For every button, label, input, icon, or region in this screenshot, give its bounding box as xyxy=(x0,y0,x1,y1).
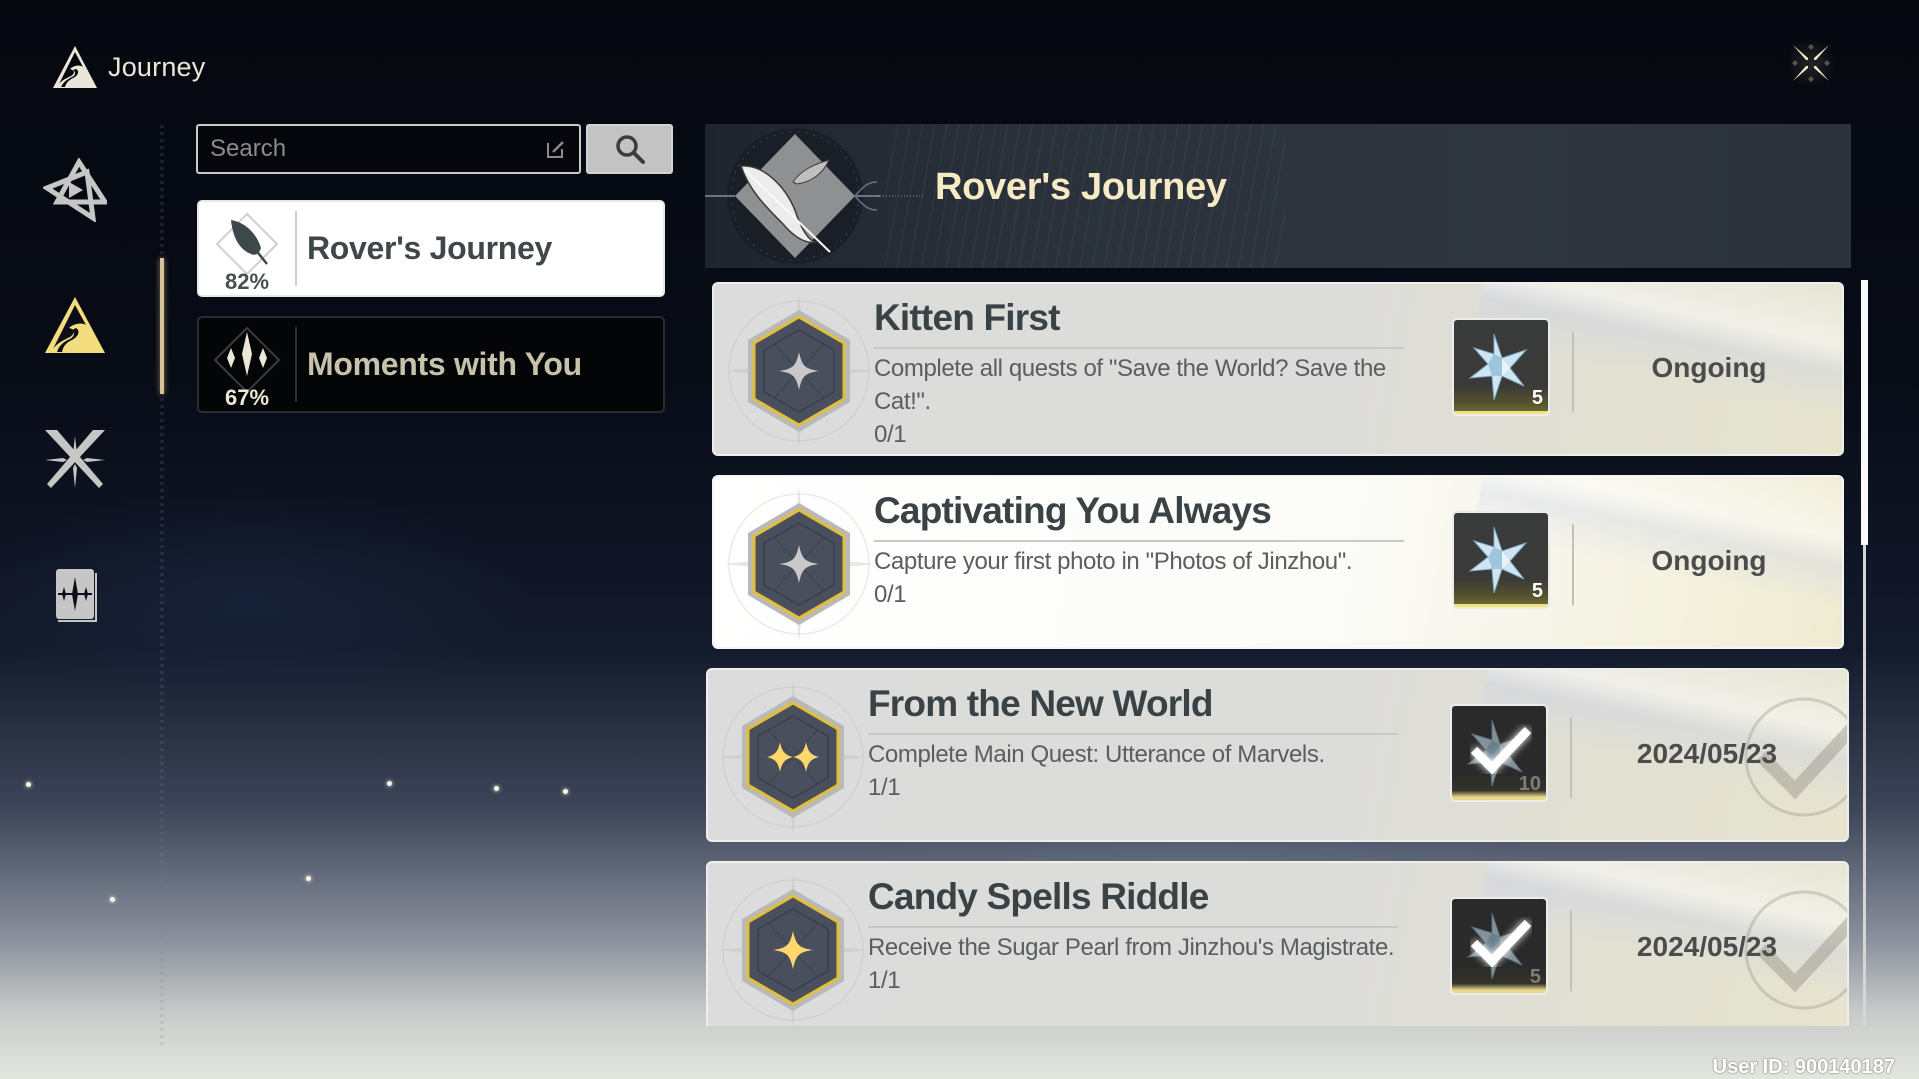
quest-status: Ongoing xyxy=(1651,352,1767,383)
category-progress: 67% xyxy=(224,385,270,410)
quest-list: Kitten First Complete all quests of "Sav… xyxy=(700,275,1860,1026)
quest-description-text: Receive the Sugar Pearl from Jinzhou's M… xyxy=(868,934,1395,961)
reward-count: 10 xyxy=(1518,773,1541,795)
quest-title: Kitten First xyxy=(874,297,1060,338)
category-label: Moments with You xyxy=(307,346,582,382)
reward-slot[interactable]: 5 xyxy=(1452,318,1550,416)
quest-description: Complete all quests of "Save the World? … xyxy=(874,352,1434,451)
category-banner: Rover's Journey xyxy=(705,124,1851,268)
quest-progress: 1/1 xyxy=(868,774,901,801)
reward-count: 5 xyxy=(1531,387,1543,409)
quest-description-text: Capture your first photo in "Photos of J… xyxy=(874,548,1353,575)
category-divider xyxy=(295,327,297,402)
quest-title-rule xyxy=(868,733,1398,735)
reward-divider xyxy=(1570,710,1572,806)
app-title: Journey xyxy=(108,52,206,82)
claimed-check-icon xyxy=(1470,919,1532,967)
reward-divider xyxy=(1572,517,1574,613)
category-divider xyxy=(295,211,297,286)
reward-slot[interactable]: 5 xyxy=(1450,897,1548,995)
quest-progress: 1/1 xyxy=(868,967,901,994)
search-button[interactable] xyxy=(586,124,673,174)
edit-icon xyxy=(547,141,564,158)
reward-count: 5 xyxy=(1531,580,1543,602)
quest-title-rule xyxy=(874,347,1404,349)
achievement-badge-icon xyxy=(718,680,868,834)
nav-active-indicator xyxy=(160,258,164,394)
nav-item-tutorial[interactable] xyxy=(40,155,110,225)
nav-item-combat[interactable] xyxy=(40,425,110,495)
category-moments-with-you[interactable]: 67% Moments with You xyxy=(197,316,665,413)
achievement-badge-icon xyxy=(718,873,868,1026)
quest-title: Candy Spells Riddle xyxy=(868,876,1209,917)
quest-card[interactable]: Kitten First Complete all quests of "Sav… xyxy=(712,282,1844,456)
category-rovers-journey[interactable]: 82% Rover's Journey xyxy=(197,200,665,297)
category-progress: 82% xyxy=(224,269,270,294)
background-star xyxy=(110,897,115,902)
mountain-path-icon xyxy=(45,297,105,353)
quest-description: Capture your first photo in "Photos of J… xyxy=(874,545,1434,611)
search-icon xyxy=(615,135,645,164)
quest-card[interactable]: Captivating You Always Capture your firs… xyxy=(712,475,1844,649)
feather-emblem-icon xyxy=(705,128,925,264)
mountain-path-icon xyxy=(53,46,97,88)
close-button[interactable] xyxy=(1784,36,1838,90)
reward-divider xyxy=(1570,903,1572,999)
nav-item-journey[interactable] xyxy=(40,290,110,360)
reward-slot[interactable]: 10 xyxy=(1450,704,1548,802)
quest-title-rule xyxy=(874,540,1404,542)
achievement-badge-icon xyxy=(724,487,874,641)
scrollbar-thumb[interactable] xyxy=(1861,280,1868,545)
quest-description: Receive the Sugar Pearl from Jinzhou's M… xyxy=(868,931,1428,997)
quest-title: From the New World xyxy=(868,683,1213,724)
quest-title: Captivating You Always xyxy=(874,490,1272,531)
close-star-icon xyxy=(1792,44,1830,82)
background-star xyxy=(306,876,311,881)
claimed-check-icon xyxy=(1470,726,1532,774)
reward-count: 5 xyxy=(1529,966,1541,988)
banner-title: Rover's Journey xyxy=(935,166,1227,208)
background-star xyxy=(387,781,392,786)
quest-card[interactable]: Candy Spells Riddle Receive the Sugar Pe… xyxy=(706,861,1849,1026)
background-star xyxy=(563,789,568,794)
quest-title-rule xyxy=(868,926,1398,928)
quest-progress: 0/1 xyxy=(874,581,907,608)
reward-slot[interactable]: 5 xyxy=(1452,511,1550,609)
quest-status: Ongoing xyxy=(1651,545,1767,576)
quest-description: Complete Main Quest: Utterance of Marvel… xyxy=(868,738,1428,804)
background-star xyxy=(494,786,499,791)
quest-progress: 0/1 xyxy=(874,421,907,448)
quest-card[interactable]: From the New World Complete Main Quest: … xyxy=(706,668,1849,842)
nav-item-archive[interactable] xyxy=(40,560,110,630)
crossed-swords-icon xyxy=(45,430,105,488)
quest-status: 2024/05/23 xyxy=(1636,931,1778,962)
category-label: Rover's Journey xyxy=(307,230,552,266)
quest-description-text: Complete Main Quest: Utterance of Marvel… xyxy=(868,741,1325,768)
reward-divider xyxy=(1572,324,1574,420)
astrite-star-icon xyxy=(1468,333,1528,401)
astrite-star-icon xyxy=(1468,526,1528,594)
quest-status: 2024/05/23 xyxy=(1636,738,1778,769)
quest-description-text: Complete all quests of "Save the World? … xyxy=(874,355,1386,415)
achievement-badge-icon xyxy=(724,294,874,448)
book-sparkle-icon xyxy=(56,569,97,622)
search-input[interactable] xyxy=(210,135,545,163)
triangle-play-icon xyxy=(43,158,107,222)
background-star xyxy=(26,782,31,787)
search-field[interactable] xyxy=(196,124,581,174)
user-id: User ID: 900140187 xyxy=(1712,1056,1895,1078)
